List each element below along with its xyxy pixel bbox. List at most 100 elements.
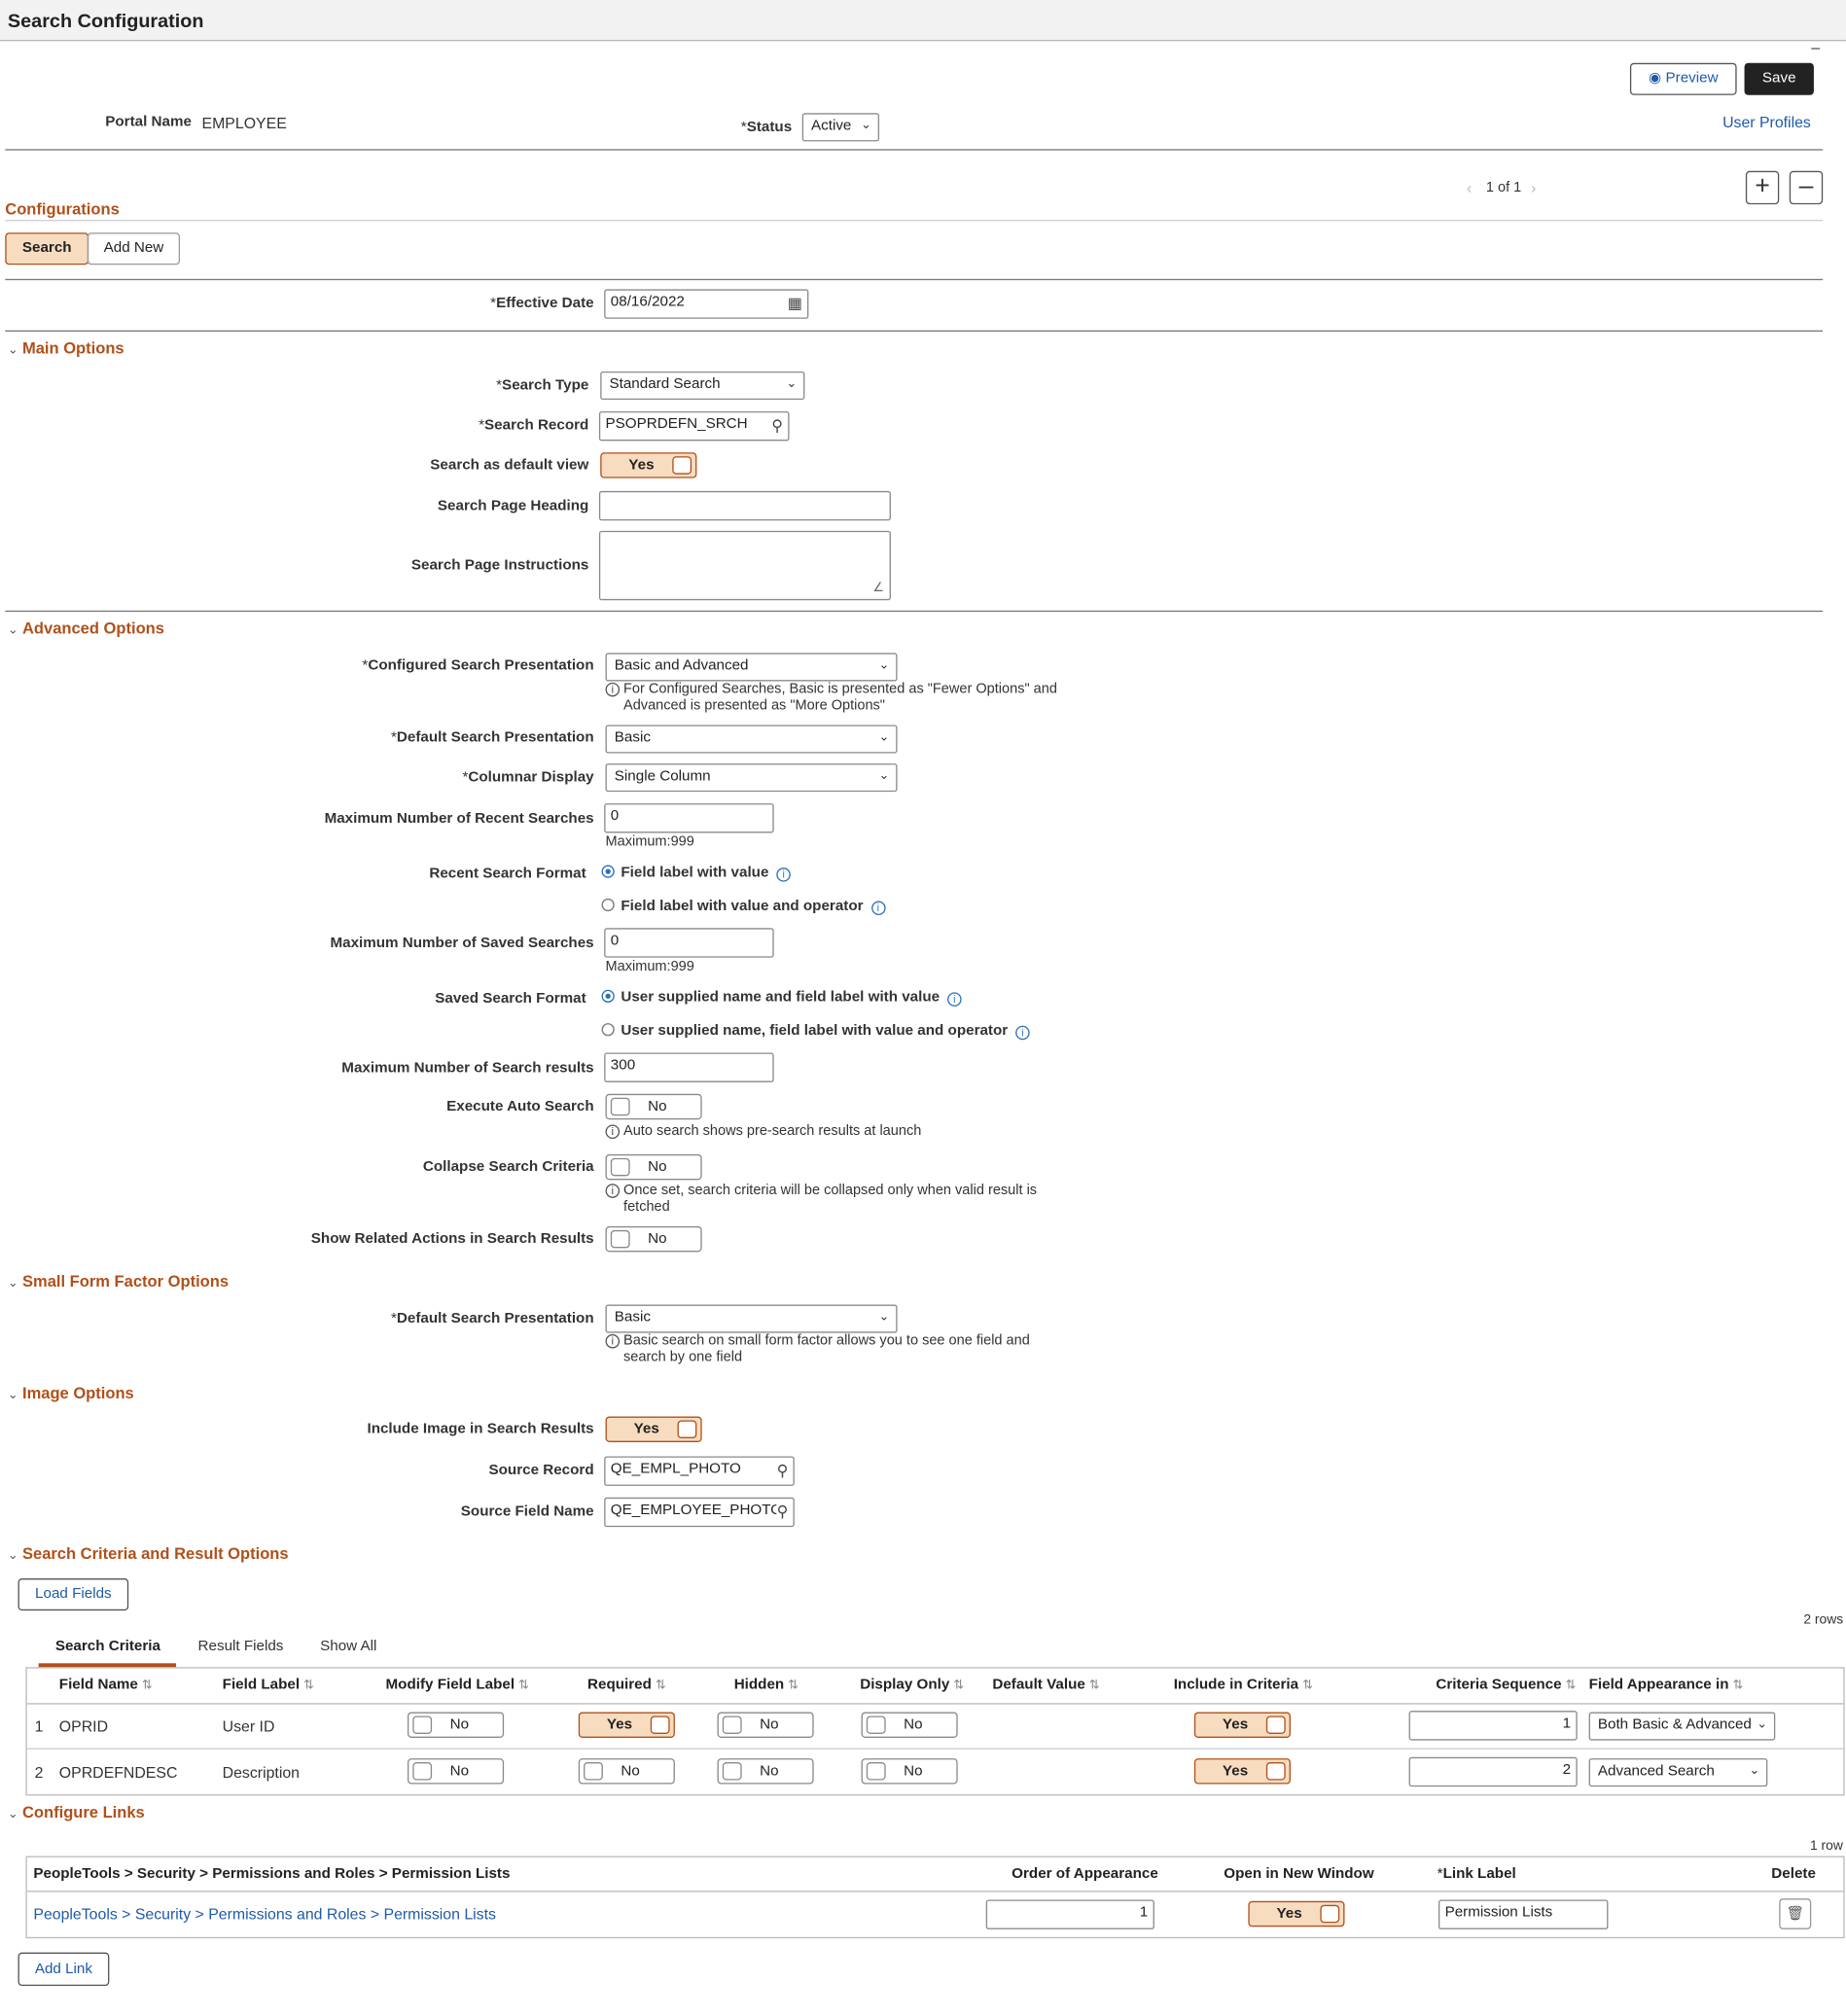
sort-icon: ⇅: [518, 1679, 530, 1693]
search-icon[interactable]: ⚲: [777, 1462, 789, 1480]
saved-format-option-2[interactable]: User supplied name, field label with val…: [601, 1023, 1030, 1041]
chevron-down-icon: ⌄: [878, 729, 890, 745]
search-icon[interactable]: ⚲: [776, 1503, 789, 1521]
eye-icon: ◉: [1648, 70, 1662, 87]
col-link-path: PeopleTools > Security > Permissions and…: [33, 1866, 511, 1882]
default-view-toggle[interactable]: Yes: [600, 452, 697, 478]
default-presentation-select[interactable]: Basic ⌄: [605, 725, 898, 754]
resize-handle-icon[interactable]: ∠: [872, 581, 884, 595]
chevron-down-icon: ⌄: [786, 376, 798, 391]
source-record-input[interactable]: QE_EMPL_PHOTO ⚲: [604, 1456, 795, 1486]
add-row-button[interactable]: +: [1745, 170, 1780, 205]
page-title: Search Configuration: [7, 10, 204, 33]
recent-format-label: Recent Search Format: [429, 866, 586, 882]
link-order-input[interactable]: 1: [985, 1899, 1154, 1929]
delete-link-button[interactable]: 🗑: [1779, 1898, 1812, 1929]
auto-search-label: Execute Auto Search: [446, 1099, 594, 1114]
columnar-select[interactable]: Single Column ⌄: [605, 763, 898, 793]
link-path[interactable]: PeopleTools > Security > Permissions and…: [33, 1905, 496, 1924]
chevron-down-icon: ⌄: [878, 768, 890, 783]
heading-input[interactable]: [598, 490, 891, 521]
columnar-label: *Columnar Display: [462, 769, 594, 786]
hidden-toggle[interactable]: No: [717, 1758, 814, 1785]
save-button[interactable]: Save: [1744, 62, 1814, 95]
saved-format-label: Saved Search Format: [435, 991, 586, 1007]
image-options-header[interactable]: ⌄ Image Options: [8, 1384, 134, 1402]
col-required[interactable]: Required ⇅: [587, 1678, 666, 1693]
display-only-toggle[interactable]: No: [861, 1758, 958, 1785]
col-modify-label[interactable]: Modify Field Label ⇅: [386, 1678, 530, 1693]
sff-default-presentation-select[interactable]: Basic ⌄: [605, 1304, 898, 1333]
max-recent-input[interactable]: 0: [604, 803, 774, 833]
title-bar: Search Configuration: [0, 0, 1846, 42]
configure-links-header[interactable]: ⌄ Configure Links: [8, 1803, 145, 1821]
status-select[interactable]: Active ⌄: [801, 113, 880, 142]
criteria-sequence-input[interactable]: 1: [1408, 1711, 1578, 1741]
presentation-select[interactable]: Basic and Advanced ⌄: [605, 653, 898, 682]
new-window-toggle[interactable]: Yes: [1248, 1900, 1345, 1928]
include-criteria-toggle[interactable]: Yes: [1193, 1758, 1291, 1785]
info-icon: i: [1015, 1025, 1030, 1041]
field-appearance-select[interactable]: Both Basic & Advanced ⌄: [1588, 1712, 1776, 1741]
auto-search-toggle[interactable]: No: [605, 1093, 702, 1120]
small-form-factor-header[interactable]: ⌄ Small Form Factor Options: [8, 1272, 229, 1291]
required-toggle[interactable]: No: [578, 1758, 675, 1785]
recent-format-option-1[interactable]: Field label with value i: [601, 865, 791, 882]
required-toggle[interactable]: Yes: [578, 1712, 675, 1738]
search-record-input[interactable]: PSOPRDEFN_SRCH ⚲: [598, 410, 790, 442]
load-fields-button[interactable]: Load Fields: [18, 1578, 129, 1611]
info-icon: i: [605, 1124, 621, 1140]
max-results-input[interactable]: 300: [604, 1052, 774, 1082]
col-hidden[interactable]: Hidden ⇅: [734, 1678, 799, 1693]
field-name-cell: OPRID: [58, 1716, 109, 1736]
effective-date-input[interactable]: 08/16/2022 ▦: [604, 289, 809, 319]
search-icon[interactable]: ⚲: [771, 416, 783, 435]
links-row-count: 1 row: [1809, 1838, 1843, 1854]
tab-search-criteria[interactable]: Search Criteria: [55, 1639, 160, 1654]
max-saved-input[interactable]: 0: [604, 928, 774, 958]
modify-label-toggle[interactable]: No: [407, 1758, 505, 1785]
add-link-button[interactable]: Add Link: [18, 1952, 110, 1987]
user-profiles-link[interactable]: User Profiles: [1722, 113, 1811, 131]
divider: [5, 220, 1824, 222]
collapse-header-button[interactable]: –: [1811, 39, 1820, 57]
link-label-input[interactable]: Permission Lists: [1438, 1899, 1609, 1929]
tab-show-all[interactable]: Show All: [320, 1639, 376, 1654]
add-new-mode-button[interactable]: Add New: [87, 232, 181, 265]
criteria-sequence-input[interactable]: 2: [1408, 1756, 1578, 1787]
effective-date-label: *Effective Date: [490, 295, 594, 311]
recent-format-option-2[interactable]: Field label with value and operator i: [601, 898, 886, 916]
sff-help: i Basic search on small form factor allow…: [605, 1333, 1030, 1366]
modify-label-toggle[interactable]: No: [407, 1712, 505, 1738]
tab-result-fields[interactable]: Result Fields: [198, 1639, 284, 1654]
search-mode-button[interactable]: Search: [5, 232, 89, 265]
related-actions-toggle[interactable]: No: [605, 1225, 702, 1253]
col-display-only[interactable]: Display Only ⇅: [860, 1678, 964, 1693]
source-field-input[interactable]: QE_EMPLOYEE_PHOTO ⚲: [604, 1497, 795, 1528]
saved-format-option-1[interactable]: User supplied name and field label with …: [601, 989, 962, 1007]
trash-icon: 🗑: [1786, 1906, 1804, 1922]
include-criteria-toggle[interactable]: Yes: [1193, 1712, 1291, 1738]
preview-button[interactable]: ◉ Preview: [1629, 62, 1737, 95]
portal-name-label: Portal Name: [105, 114, 192, 130]
pager-next-icon[interactable]: ›: [1531, 179, 1536, 197]
include-image-toggle[interactable]: Yes: [605, 1416, 702, 1442]
field-appearance-select[interactable]: Advanced Search ⌄: [1588, 1758, 1768, 1787]
col-field-appearance[interactable]: Field Appearance in ⇅: [1589, 1678, 1744, 1693]
search-type-select[interactable]: Standard Search ⌄: [600, 371, 805, 401]
col-field-label[interactable]: Field Label ⇅: [223, 1678, 314, 1693]
advanced-options-header[interactable]: ⌄ Advanced Options: [8, 619, 164, 638]
criteria-options-header[interactable]: ⌄ Search Criteria and Result Options: [8, 1545, 289, 1564]
calendar-icon[interactable]: ▦: [788, 295, 802, 313]
col-field-name[interactable]: Field Name ⇅: [59, 1678, 153, 1693]
display-only-toggle[interactable]: No: [861, 1712, 958, 1738]
collapse-criteria-toggle[interactable]: No: [605, 1153, 702, 1181]
col-default-value[interactable]: Default Value ⇅: [992, 1678, 1100, 1693]
hidden-toggle[interactable]: No: [717, 1712, 814, 1738]
pager-prev-icon[interactable]: ‹: [1467, 179, 1472, 197]
col-include-criteria[interactable]: Include in Criteria ⇅: [1174, 1678, 1313, 1693]
remove-row-button[interactable]: –: [1789, 170, 1824, 205]
col-criteria-sequence[interactable]: Criteria Sequence ⇅: [1436, 1678, 1576, 1693]
main-options-header[interactable]: ⌄ Main Options: [8, 339, 124, 358]
instructions-textarea[interactable]: [598, 530, 891, 601]
